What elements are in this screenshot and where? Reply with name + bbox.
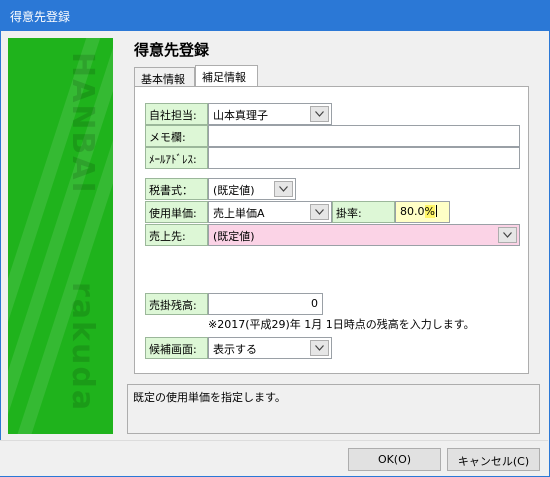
tab-basic-info[interactable]: 基本情報 — [134, 67, 195, 86]
receivable-value: 0 — [311, 297, 318, 310]
staff-label: 自社担当: — [145, 103, 208, 125]
rate-label: 掛率: — [332, 201, 395, 223]
status-text: 既定の使用単価を指定します。 — [133, 391, 286, 404]
rate-value: 80.0 — [400, 205, 425, 218]
status-panel: 既定の使用単価を指定します。 — [127, 384, 540, 434]
unit-price-label: 使用単価: — [145, 201, 208, 223]
email-label: ﾒｰﾙｱﾄﾞﾚｽ: — [145, 147, 208, 169]
sales-dest-select[interactable]: (既定値) — [208, 224, 520, 246]
staff-select[interactable]: 山本真理子 — [208, 103, 332, 125]
chevron-down-icon[interactable] — [310, 340, 329, 356]
balance-note: ※2017(平成29)年 1月 1日時点の残高を入力します。 — [208, 318, 475, 331]
tax-value: (既定値) — [213, 184, 255, 197]
sales-dest-label: 売上先: — [145, 224, 208, 246]
cancel-button[interactable]: キャンセル(C) — [447, 448, 540, 471]
chevron-down-icon[interactable] — [310, 106, 329, 122]
sales-dest-value: (既定値) — [213, 230, 255, 243]
candidate-value: 表示する — [213, 343, 257, 356]
staff-value: 山本真理子 — [213, 109, 268, 122]
tax-label: 税書式： — [145, 178, 208, 200]
ok-button[interactable]: OK(O) — [348, 448, 441, 471]
receivable-label: 売掛残高: — [145, 293, 208, 315]
watermark-bottom: rakuda — [65, 282, 100, 413]
unit-price-value: 売上単価A — [213, 207, 265, 220]
tab-supplementary-info[interactable]: 補足情報 — [195, 65, 258, 86]
window-title: 得意先登録 — [10, 10, 71, 24]
chevron-down-icon[interactable] — [274, 181, 293, 197]
memo-field[interactable] — [208, 125, 520, 147]
memo-label: メモ欄: — [145, 125, 208, 147]
text-caret — [435, 205, 437, 217]
candidate-select[interactable]: 表示する — [208, 337, 332, 359]
candidate-label: 候補画面: — [145, 337, 208, 359]
unit-price-select[interactable]: 売上単価A — [208, 201, 332, 223]
tax-select[interactable]: (既定値) — [208, 178, 296, 200]
email-field[interactable] — [208, 147, 520, 169]
watermark-top: HANBAI — [65, 52, 100, 195]
title-bar: 得意先登録 — [0, 0, 550, 31]
chevron-down-icon[interactable] — [310, 204, 329, 220]
button-bar: OK(O) キャンセル(C) — [0, 440, 548, 476]
receivable-field[interactable]: 0 — [208, 293, 323, 315]
rate-selected-suffix: % — [424, 205, 435, 218]
chevron-down-icon[interactable] — [498, 227, 517, 243]
brand-sidebar: HANBAI rakuda — [8, 38, 113, 434]
rate-field[interactable]: 80.0% — [395, 201, 450, 223]
page-title: 得意先登録 — [134, 41, 210, 59]
